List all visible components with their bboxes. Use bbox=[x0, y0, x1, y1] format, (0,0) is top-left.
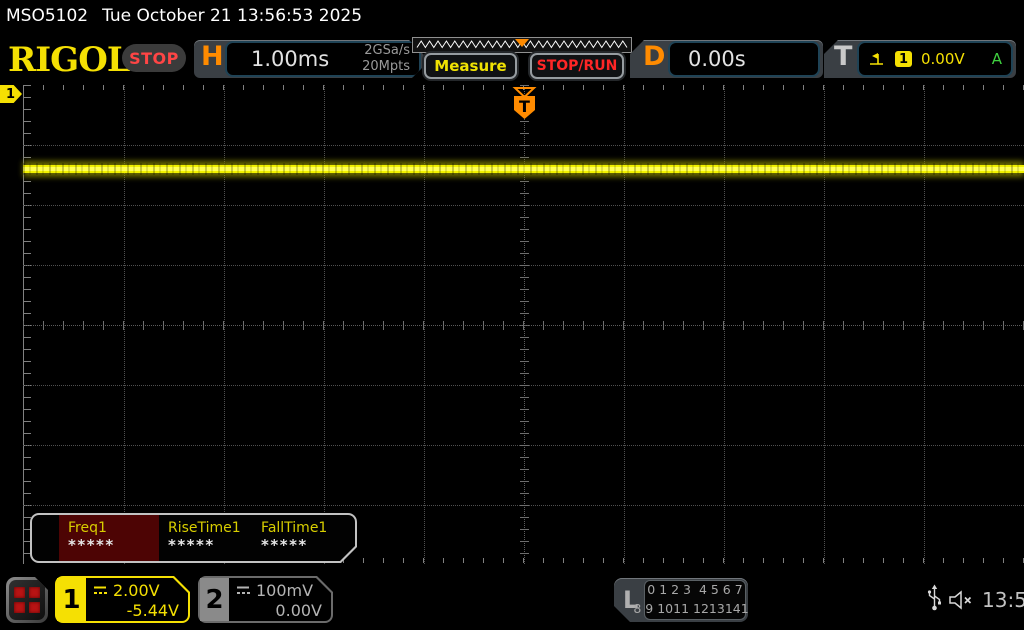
channel2-number-tab[interactable]: 2 bbox=[200, 578, 229, 621]
channel2-status-box[interactable]: 2 100mV 0.00V bbox=[198, 576, 333, 623]
trigger-sweep-mode: A bbox=[991, 50, 1002, 68]
channel1-trace-noise bbox=[23, 163, 1024, 175]
timebase-value: 1.00ms bbox=[251, 47, 330, 71]
trigger-marker-letter: T bbox=[519, 97, 530, 116]
trigger-label: T bbox=[834, 41, 853, 72]
delay-label: D bbox=[643, 41, 666, 72]
dc-coupling-icon bbox=[92, 585, 108, 596]
trigger-module[interactable]: T 1 0.00V A bbox=[824, 40, 1016, 78]
digital-channels-row2: 8 9 1011 12131415 bbox=[633, 601, 757, 616]
channel2-scale: 100mV bbox=[256, 581, 314, 600]
rigol-logo: RIGOL bbox=[8, 40, 131, 80]
measure-button[interactable]: Measure bbox=[424, 53, 517, 79]
red-squares-icon bbox=[9, 580, 45, 620]
acquisition-status-badge[interactable]: STOP bbox=[122, 44, 186, 72]
measurement-label: Freq1 bbox=[68, 520, 107, 536]
trigger-display: 1 0.00V A bbox=[857, 41, 1013, 77]
channel1-number-tab[interactable]: 1 bbox=[57, 578, 86, 621]
measurement-value: ***** bbox=[261, 536, 308, 554]
measurement-panel-body: Freq1 ***** RiseTime1 ***** FallTime1 **… bbox=[32, 515, 355, 561]
memory-depth: 20Mpts bbox=[362, 59, 410, 74]
waveform-position-bar[interactable] bbox=[412, 37, 632, 53]
delay-value: 0.00s bbox=[688, 47, 746, 71]
measurement-label: FallTime1 bbox=[261, 520, 328, 536]
trigger-source-badge: 1 bbox=[895, 51, 912, 67]
waveform-graticule: T 1 bbox=[0, 85, 1024, 564]
digital-channel-list: 0 1 2 3 4 5 6 7 8 9 1011 12131415 bbox=[644, 580, 746, 620]
channel1-status-box[interactable]: 1 2.00V -5.44V bbox=[55, 576, 190, 623]
clock: 13:56 bbox=[982, 588, 1024, 612]
acquisition-rates: 2GSa/s 20Mpts bbox=[362, 43, 410, 76]
logic-analyzer-status-box[interactable]: L 0 1 2 3 4 5 6 7 8 9 1011 12131415 bbox=[614, 578, 748, 622]
measurement-cell-freq1[interactable]: Freq1 ***** bbox=[59, 515, 159, 561]
speaker-muted-icon[interactable] bbox=[948, 590, 976, 610]
horizontal-label: H bbox=[201, 41, 224, 72]
datetime: Tue October 21 13:56:53 2025 bbox=[102, 6, 363, 26]
measurement-label: RiseTime1 bbox=[167, 520, 241, 536]
model-name: MSO5102 bbox=[6, 6, 89, 26]
measurement-cell-risetime1[interactable]: RiseTime1 ***** bbox=[159, 515, 252, 561]
channel1-offset: -5.44V bbox=[126, 601, 179, 620]
timebase-display: 1.00ms 2GSa/s 20Mpts bbox=[225, 41, 421, 77]
measurement-cell-falltime1[interactable]: FallTime1 ***** bbox=[252, 515, 355, 561]
sample-rate: 2GSa/s bbox=[364, 42, 410, 58]
edge-trigger-icon bbox=[870, 53, 883, 65]
channel1-ground-marker[interactable]: 1 bbox=[0, 85, 22, 103]
horizontal-timebase-module[interactable]: H 1.00ms 2GSa/s 20Mpts bbox=[194, 40, 425, 78]
trigger-position-marker[interactable]: T bbox=[511, 86, 538, 122]
stop-run-button[interactable]: STOP/RUN bbox=[530, 53, 624, 79]
usb-device-icon bbox=[927, 584, 941, 611]
measurement-panel: Freq1 ***** RiseTime1 ***** FallTime1 **… bbox=[30, 513, 357, 563]
delay-display: 0.00s bbox=[668, 41, 820, 77]
oscilloscope-screen: MSO5102 Tue October 21 13:56:53 2025 RIGO… bbox=[0, 0, 1024, 630]
trigger-level-value: 0.00V bbox=[921, 50, 965, 68]
center-horizontal-ticks bbox=[23, 321, 1024, 330]
titlebar: MSO5102 Tue October 21 13:56:53 2025 bbox=[6, 6, 362, 26]
channel2-offset: 0.00V bbox=[275, 601, 322, 620]
measurement-value: ***** bbox=[167, 536, 215, 554]
measurement-value: ***** bbox=[68, 536, 115, 554]
digital-channels-row1: 0 1 2 3 4 5 6 7 bbox=[647, 582, 743, 598]
dc-coupling-icon bbox=[235, 585, 251, 596]
delay-module[interactable]: D 0.00s bbox=[630, 40, 823, 78]
function-navigator-button[interactable] bbox=[6, 577, 48, 623]
channel1-scale: 2.00V bbox=[113, 581, 160, 600]
